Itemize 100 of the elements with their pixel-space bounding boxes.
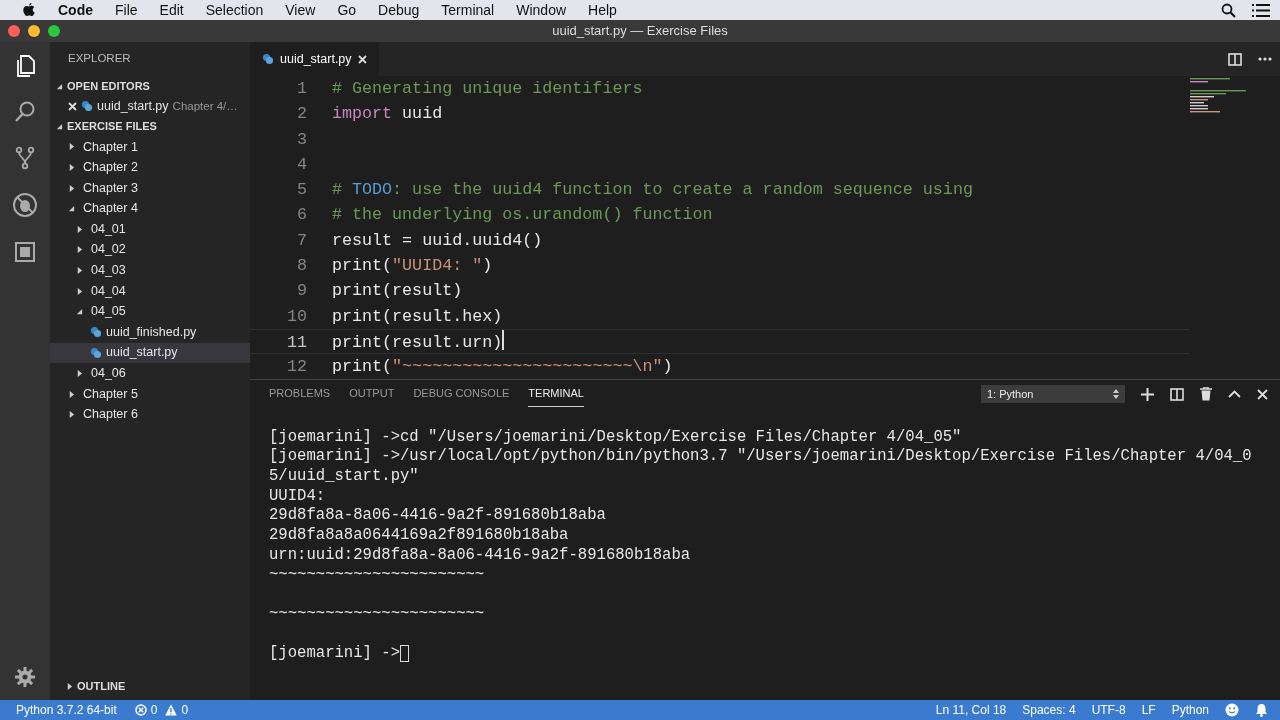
- tree-item[interactable]: Chapter 2: [50, 157, 250, 178]
- menu-item[interactable]: Help: [588, 0, 617, 21]
- tree-item[interactable]: Chapter 1: [50, 136, 250, 158]
- window-title: uuid_start.py — Exercise Files: [551, 22, 729, 41]
- chevron-icon: [76, 287, 83, 295]
- tree-item[interactable]: 04_03: [50, 260, 250, 281]
- section-header[interactable]: OUTLINE: [50, 676, 250, 696]
- line-number: 3: [296, 128, 307, 151]
- status-item[interactable]: Ln 11, Col 18: [935, 701, 1007, 719]
- line-number: 12: [285, 356, 307, 379]
- status-item[interactable]: Python 3.7.2 64-bit: [16, 701, 117, 719]
- python-file-icon: [262, 53, 274, 65]
- sidebar-title: EXPLORER: [67, 51, 132, 67]
- menu-item[interactable]: File: [115, 0, 138, 21]
- close-icon[interactable]: [1257, 388, 1268, 400]
- tree-item[interactable]: 04_01: [50, 218, 250, 240]
- code-line: import uuid: [332, 103, 443, 126]
- tree-item[interactable]: Chapter 4: [50, 198, 250, 219]
- split-editor-icon[interactable]: [1228, 52, 1242, 66]
- terminal-line: ~~~~~~~~~~~~~~~~~~~~~~~: [269, 565, 486, 586]
- code-line: # TODO: use the uuid4 function to create a random sequence using: [332, 179, 973, 202]
- python-file-icon: [90, 346, 102, 359]
- tree-item[interactable]: Chapter 3: [50, 177, 250, 199]
- menu-item[interactable]: Window: [516, 0, 567, 21]
- text-cursor: [502, 329, 505, 350]
- status-item[interactable]: 0: [134, 701, 158, 719]
- menu-item[interactable]: Edit: [159, 0, 184, 21]
- smiley-icon[interactable]: [1225, 703, 1239, 717]
- status-item[interactable]: Spaces: 4: [1022, 701, 1076, 719]
- minimize-button[interactable]: [28, 25, 40, 37]
- menu-item[interactable]: Go: [337, 0, 357, 21]
- search-icon[interactable]: [1221, 2, 1236, 18]
- app-name[interactable]: Code: [58, 0, 93, 21]
- terminal-line: UUID4:: [269, 486, 327, 507]
- panel-tab[interactable]: DEBUG CONSOLE: [413, 381, 510, 407]
- apple-icon[interactable]: [22, 2, 36, 18]
- panel-tab[interactable]: TERMINAL: [528, 381, 584, 407]
- tree-item[interactable]: 04_05: [50, 301, 250, 322]
- error-icon: [134, 704, 147, 716]
- status-item[interactable]: UTF-8: [1091, 701, 1126, 719]
- menu-item[interactable]: Selection: [205, 0, 264, 21]
- tree-item[interactable]: Chapter 5: [50, 383, 250, 405]
- chevron-icon: [76, 266, 83, 274]
- list-icon[interactable]: [1252, 3, 1270, 17]
- trash-icon[interactable]: [1200, 387, 1212, 401]
- extensions-icon[interactable]: [13, 240, 37, 264]
- python-file-icon: [81, 100, 93, 113]
- tree-item[interactable]: uuid_finished.py: [50, 321, 250, 343]
- tree-item[interactable]: 04_04: [50, 280, 250, 302]
- chevron-icon: [68, 184, 75, 192]
- branch-icon[interactable]: [13, 146, 37, 170]
- chevron-icon: [68, 411, 75, 419]
- terminal-line: urn:uuid:29d8fa8a-8a06-4416-9a2f-891680b18aba: [269, 545, 692, 566]
- plus-icon[interactable]: [1141, 387, 1154, 401]
- line-number: 1: [296, 78, 307, 100]
- bug-icon[interactable]: [12, 192, 38, 218]
- menu-item[interactable]: Terminal: [441, 0, 495, 21]
- zoom-button[interactable]: [48, 25, 60, 37]
- terminal-line: 29d8fa8a8a0644169a2f891680b18aba: [269, 526, 570, 546]
- tree-item[interactable]: uuid_start.py: [50, 342, 250, 364]
- code-line: print(result.urn): [332, 331, 503, 354]
- terminal-line: [joemarini] ->/usr/local/opt/python/bin/python3.7 "/Users/joemarini/Desktop/Exercise Files/Chapter 4/04_0: [269, 447, 1253, 468]
- tree-item[interactable]: 04_06: [50, 363, 250, 384]
- code-line: print("~~~~~~~~~~~~~~~~~~~~~~~\n"): [332, 356, 673, 379]
- close-button[interactable]: [8, 25, 20, 37]
- terminal-line: 5/uuid_start.py": [269, 467, 420, 487]
- open-editor-item[interactable]: uuid_start.py Chapter 4/…: [50, 96, 250, 117]
- line-number: 11: [285, 331, 307, 354]
- tree-item[interactable]: Chapter 6: [50, 404, 250, 425]
- terminal-line: ~~~~~~~~~~~~~~~~~~~~~~~: [269, 604, 486, 625]
- chevron-up-icon[interactable]: [1228, 390, 1241, 398]
- editor-tab[interactable]: uuid_start.py: [250, 42, 379, 76]
- panel-tab[interactable]: PROBLEMS: [269, 381, 331, 407]
- split-icon[interactable]: [1170, 387, 1184, 401]
- line-number: 7: [296, 229, 307, 252]
- code-line: print(result): [332, 280, 463, 303]
- python-file-icon: [90, 326, 102, 339]
- tree-item[interactable]: 04_02: [50, 239, 250, 261]
- code-line: print("UUID4: "): [332, 255, 493, 278]
- panel-tab[interactable]: OUTPUT: [349, 381, 395, 407]
- line-number: 10: [285, 305, 307, 328]
- section-header[interactable]: EXERCISE FILES: [50, 116, 250, 137]
- terminal-line: 29d8fa8a-8a06-4416-9a2f-891680b18aba: [269, 506, 607, 527]
- section-title: OPEN EDITORS: [67, 78, 150, 94]
- menu-item[interactable]: Debug: [378, 0, 420, 21]
- close-icon[interactable]: [357, 54, 367, 64]
- more-icon[interactable]: [1258, 57, 1272, 61]
- bell-icon[interactable]: [1255, 703, 1268, 717]
- chevron-icon: [68, 390, 75, 398]
- status-item[interactable]: Python: [1171, 701, 1209, 719]
- line-number: 2: [296, 103, 307, 126]
- status-item[interactable]: 0: [165, 701, 189, 719]
- menu-item[interactable]: View: [285, 0, 316, 21]
- terminal-line: [joemarini] ->cd "/Users/joemarini/Desktop/Exercise Files/Chapter 4/04_05": [269, 427, 963, 448]
- chevron-icon: [76, 225, 83, 233]
- status-item[interactable]: LF: [1141, 701, 1156, 719]
- section-title: OUTLINE: [77, 678, 126, 694]
- terminal-select[interactable]: 1: Python: [981, 385, 1125, 403]
- section-header[interactable]: OPEN EDITORS: [50, 76, 250, 96]
- close-icon[interactable]: [68, 101, 77, 111]
